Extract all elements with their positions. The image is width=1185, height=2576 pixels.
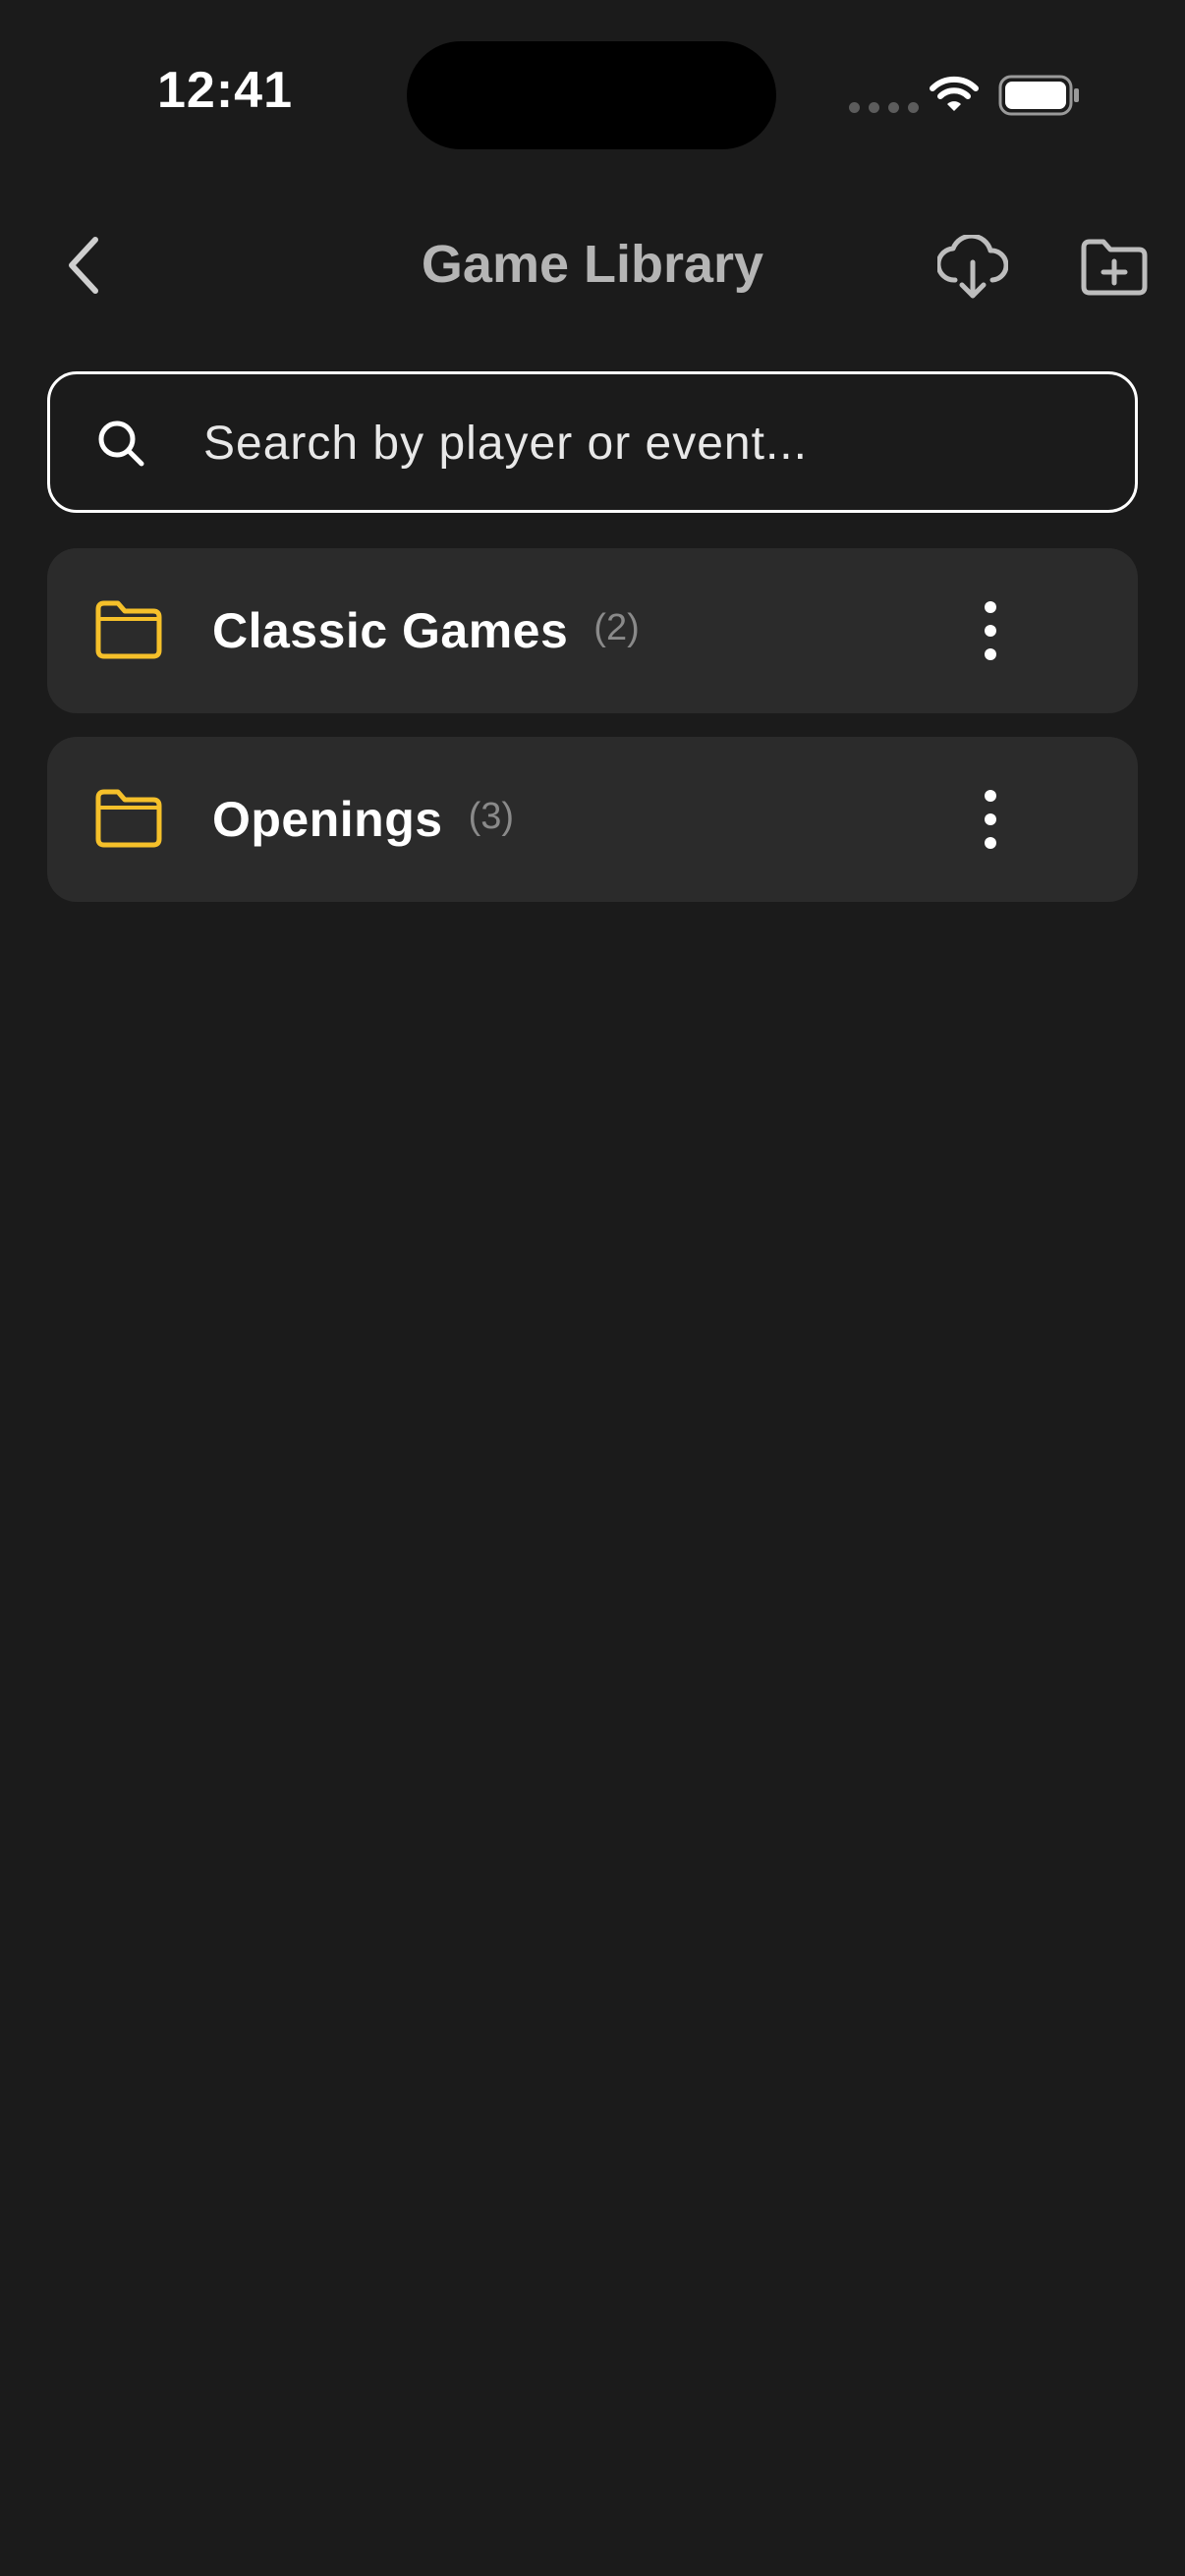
folder-item-classic-games[interactable]: Classic Games (2) [47, 548, 1138, 713]
folder-menu-button[interactable] [951, 780, 1030, 859]
folder-icon [95, 600, 162, 659]
folder-item-openings[interactable]: Openings (3) [47, 737, 1138, 902]
folder-plus-icon [1081, 239, 1148, 296]
folder-menu-button[interactable] [951, 591, 1030, 670]
game-library-screen: 12:41 Game Library Search by player or e… [0, 0, 1185, 2576]
status-time: 12:41 [157, 62, 293, 119]
folder-name: Classic Games [212, 603, 569, 658]
folder-list: Classic Games (2) Openings (3) [47, 548, 1138, 925]
more-vertical-icon [985, 601, 996, 660]
navigation-bar: Game Library [0, 206, 1185, 324]
search-icon [98, 420, 144, 467]
search-input[interactable] [203, 404, 1088, 482]
wifi-icon [930, 76, 979, 111]
status-bar: 12:41 [0, 0, 1185, 187]
import-game-button[interactable] [933, 228, 1012, 307]
new-folder-button[interactable] [1075, 228, 1154, 307]
folder-count: (3) [468, 795, 515, 837]
dynamic-island [407, 41, 776, 149]
cellular-dots-icon [849, 102, 919, 113]
folder-count: (2) [593, 606, 640, 648]
search-box[interactable] [47, 371, 1138, 513]
more-vertical-icon [985, 790, 996, 849]
cloud-download-icon [937, 235, 1008, 299]
battery-icon [998, 75, 1079, 116]
folder-icon [95, 789, 162, 848]
folder-name: Openings [212, 792, 443, 847]
